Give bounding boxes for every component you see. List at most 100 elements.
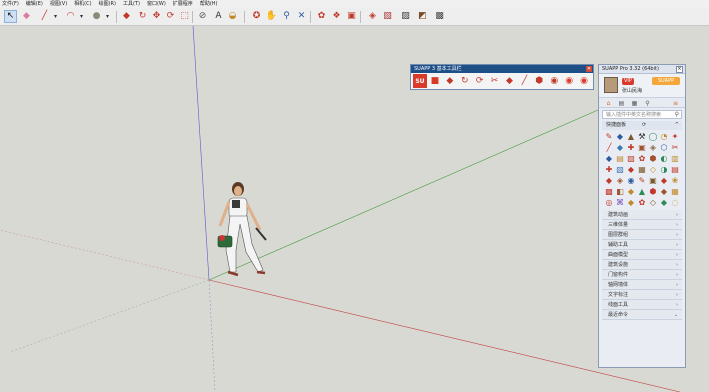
plugin-icon[interactable]: ◆ [659, 198, 669, 208]
category-item[interactable]: 文字标注 › [602, 290, 682, 300]
basic-tool-button[interactable]: ◆ [443, 74, 457, 88]
plugin-icon[interactable]: ▣ [648, 176, 658, 186]
eraser-tool[interactable]: ◆ [20, 10, 33, 23]
plugin-icon[interactable]: ▩ [604, 187, 614, 197]
plugin-icon[interactable]: ◌ [670, 198, 680, 208]
plugin-icon[interactable]: ▦ [637, 165, 647, 175]
plugin-icon[interactable]: ◆ [615, 132, 625, 142]
move-tool[interactable]: ✥ [150, 10, 163, 23]
menu-view[interactable]: 视图(V) [50, 0, 67, 8]
plugin-icon[interactable]: ╱ [604, 143, 614, 153]
section-icon[interactable]: ▩ [433, 10, 446, 23]
zoom-tool[interactable]: ⚲ [280, 10, 293, 23]
plugin-icon[interactable]: ◈ [648, 143, 658, 153]
basic-tool-button[interactable]: ⟳ [473, 74, 487, 88]
basic-tool-button[interactable]: ◉ [547, 74, 561, 88]
plugin-search-input[interactable]: 输入插件中英文名称搜索 ⚲ [602, 110, 682, 119]
plugin-icon[interactable]: ◈ [615, 176, 625, 186]
chevron-up-icon[interactable]: ^ [675, 121, 679, 130]
plugin-icon[interactable]: ▣ [637, 143, 647, 153]
grid-icon[interactable]: ▦ [629, 99, 640, 108]
basic-tool-button[interactable]: ◆ [503, 74, 517, 88]
tape-measure-tool[interactable]: ⊘ [196, 10, 209, 23]
plugin-icon[interactable]: ▲ [626, 132, 636, 142]
plugin-icon[interactable]: ◇ [648, 165, 658, 175]
menu-window[interactable]: 窗口(W) [147, 0, 166, 8]
offset-tool[interactable]: ↻ [136, 10, 149, 23]
plugin-icon[interactable]: ▥ [670, 154, 680, 164]
plugin-icon[interactable]: ✚ [604, 165, 614, 175]
plugin-icon[interactable]: ▦ [670, 187, 680, 197]
plugin-icon[interactable]: ✿ [637, 198, 647, 208]
plugin-icon[interactable]: ✎ [604, 132, 614, 142]
zoom-extents-tool[interactable]: ✕ [295, 10, 308, 23]
plugin-icon[interactable]: ◆ [604, 154, 614, 164]
scale-tool[interactable]: ⬚ [178, 10, 191, 23]
category-item[interactable]: 轴网墙体 › [602, 280, 682, 290]
plugin-icon[interactable]: ◧ [615, 187, 625, 197]
plugin-icon[interactable]: ▧ [615, 165, 625, 175]
style-icon[interactable]: ▨ [399, 10, 412, 23]
plugin-icon[interactable]: ◆ [604, 176, 614, 186]
menu-extensions[interactable]: 扩展程序 [173, 0, 193, 8]
plugin-icon[interactable]: ▲ [637, 187, 647, 197]
menu-file[interactable]: 文件(F) [2, 0, 19, 8]
layout-icon[interactable]: ▧ [381, 10, 394, 23]
shape-dropdown[interactable]: ▾ [104, 10, 111, 23]
search-icon[interactable]: ⚲ [642, 99, 653, 108]
plugin-icon[interactable]: ⬡ [659, 143, 669, 153]
refresh-icon[interactable]: ⟳ [642, 121, 646, 130]
close-icon[interactable]: ✕ [586, 66, 592, 72]
warehouse-icon[interactable]: ✿ [315, 10, 328, 23]
plugin-icon[interactable]: ▨ [626, 154, 636, 164]
basic-tool-button[interactable]: ◉ [577, 74, 591, 88]
push-pull-tool[interactable]: ◆ [120, 10, 133, 23]
basic-toolbar-title[interactable]: SUAPP 3 基本工具栏 ✕ [411, 65, 593, 73]
category-item[interactable]: 建筑动画 › [602, 210, 682, 220]
plugin-icon[interactable]: ▤ [615, 154, 625, 164]
materials-icon[interactable]: ◈ [366, 10, 379, 23]
category-item[interactable]: 建筑设施 › [602, 260, 682, 270]
pan-tool[interactable]: ✋ [265, 10, 278, 23]
components-icon[interactable]: ▣ [345, 10, 358, 23]
plugin-icon[interactable]: ✦ [670, 132, 680, 142]
menu-camera[interactable]: 相机(C) [74, 0, 91, 8]
plugin-icon[interactable]: ◇ [648, 198, 658, 208]
orbit-tool[interactable]: ✪ [250, 10, 263, 23]
category-item[interactable]: 三维体量 › [602, 220, 682, 230]
plugin-icon[interactable]: ⬢ [648, 187, 658, 197]
plugin-icon[interactable]: ◆ [626, 198, 636, 208]
plugin-icon[interactable]: ◑ [659, 165, 669, 175]
plugin-icon[interactable]: ◆ [626, 165, 636, 175]
plugin-icon[interactable]: ◎ [604, 198, 614, 208]
plugin-icon[interactable]: ◉ [626, 176, 636, 186]
paint-bucket-tool[interactable]: ◒ [226, 10, 239, 23]
plugin-icon[interactable]: ⬢ [648, 154, 658, 164]
plugin-icon[interactable]: ✚ [626, 143, 636, 153]
category-item[interactable]: 图层群组 › [602, 230, 682, 240]
basic-tool-button[interactable]: ■ [428, 74, 442, 88]
menu-tools[interactable]: 工具(T) [123, 0, 140, 8]
select-tool[interactable]: ↖ [4, 10, 17, 23]
basic-tool-button[interactable]: ↻ [458, 74, 472, 88]
plugin-icon[interactable]: ◆ [626, 187, 636, 197]
plugin-icon[interactable]: ✿ [637, 154, 647, 164]
category-item[interactable]: 线面工具 › [602, 300, 682, 310]
arc-tool[interactable]: ◠ [64, 10, 77, 23]
basic-tool-button[interactable]: ⬢ [532, 74, 546, 88]
category-item[interactable]: 辅助工具 › [602, 240, 682, 250]
category-item[interactable]: 门窗构件 › [602, 270, 682, 280]
scale-figure[interactable] [216, 180, 272, 280]
close-icon[interactable]: × [676, 66, 683, 73]
plugin-icon[interactable]: ✂ [670, 143, 680, 153]
extension-icon[interactable]: ❖ [330, 10, 343, 23]
line-dropdown[interactable]: ▾ [52, 10, 59, 23]
basic-tool-button[interactable]: ✂ [488, 74, 502, 88]
shape-tool[interactable]: ● [90, 10, 103, 23]
menu-help[interactable]: 帮助(H) [200, 0, 218, 8]
list-icon[interactable]: ▤ [616, 99, 627, 108]
text-tool[interactable]: A [212, 10, 225, 23]
plugin-icon[interactable]: ⚒ [637, 132, 647, 142]
plugin-icon[interactable]: ◆ [615, 143, 625, 153]
menu-icon[interactable]: ≡ [670, 99, 681, 108]
